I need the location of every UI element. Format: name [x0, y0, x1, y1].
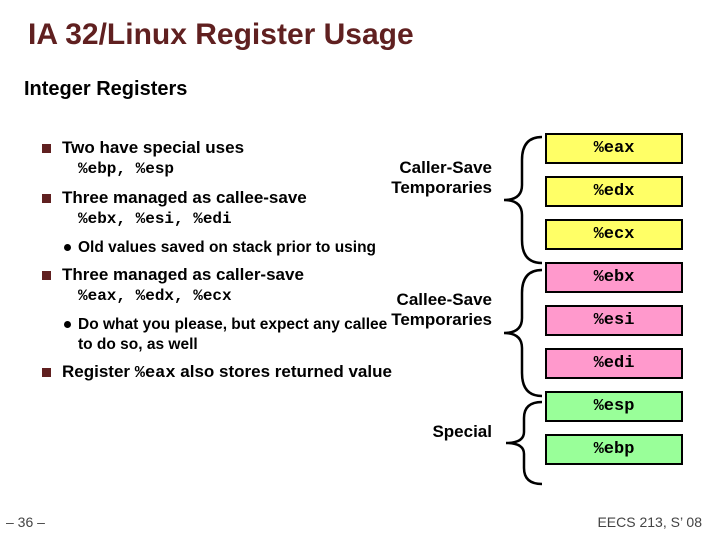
course-footer: EECS 213, S’ 08 [597, 514, 702, 530]
reg-edi: %edi [545, 348, 683, 379]
register-column: %eax %edx %ecx %ebx %esi %edi %esp %ebp [545, 133, 683, 477]
reg-ebp: %ebp [545, 434, 683, 465]
bullet-caller-save-note: Do what you please, but expect any calle… [78, 315, 392, 354]
slide-number: – 36 – [6, 514, 45, 530]
reg-edx: %edx [545, 176, 683, 207]
bullet-return-pre: Register [62, 362, 135, 381]
bullet-callee-save-regs: %ebx, %esi, %edi [78, 210, 392, 228]
bracket-caller-icon [494, 135, 544, 265]
slide-subtitle: Integer Registers [0, 52, 720, 101]
label-caller-save: Caller-Save Temporaries [372, 158, 492, 197]
bullet-return-reg: %eax [135, 364, 176, 383]
label-special: Special [420, 422, 492, 442]
bullet-return-value: Register %eax also stores returned value [62, 362, 392, 383]
reg-ecx: %ecx [545, 219, 683, 250]
bullet-callee-save: Three managed as callee-save [62, 188, 392, 208]
bullet-caller-save-regs: %eax, %edx, %ecx [78, 287, 392, 305]
label-callee-save: Callee-Save Temporaries [372, 290, 492, 329]
reg-esi: %esi [545, 305, 683, 336]
reg-ebx: %ebx [545, 262, 683, 293]
bullet-list: Two have special uses %ebp, %esp Three m… [62, 138, 392, 385]
bullet-special-uses: Two have special uses [62, 138, 392, 158]
slide-title: IA 32/Linux Register Usage [0, 0, 720, 52]
bracket-callee-icon [494, 268, 544, 398]
bullet-return-post: also stores returned value [176, 362, 392, 381]
reg-eax: %eax [545, 133, 683, 164]
bracket-special-icon [494, 400, 544, 486]
bullet-special-uses-regs: %ebp, %esp [78, 160, 392, 178]
reg-esp: %esp [545, 391, 683, 422]
bullet-callee-save-note: Old values saved on stack prior to using [78, 238, 392, 257]
bullet-caller-save: Three managed as caller-save [62, 265, 392, 285]
